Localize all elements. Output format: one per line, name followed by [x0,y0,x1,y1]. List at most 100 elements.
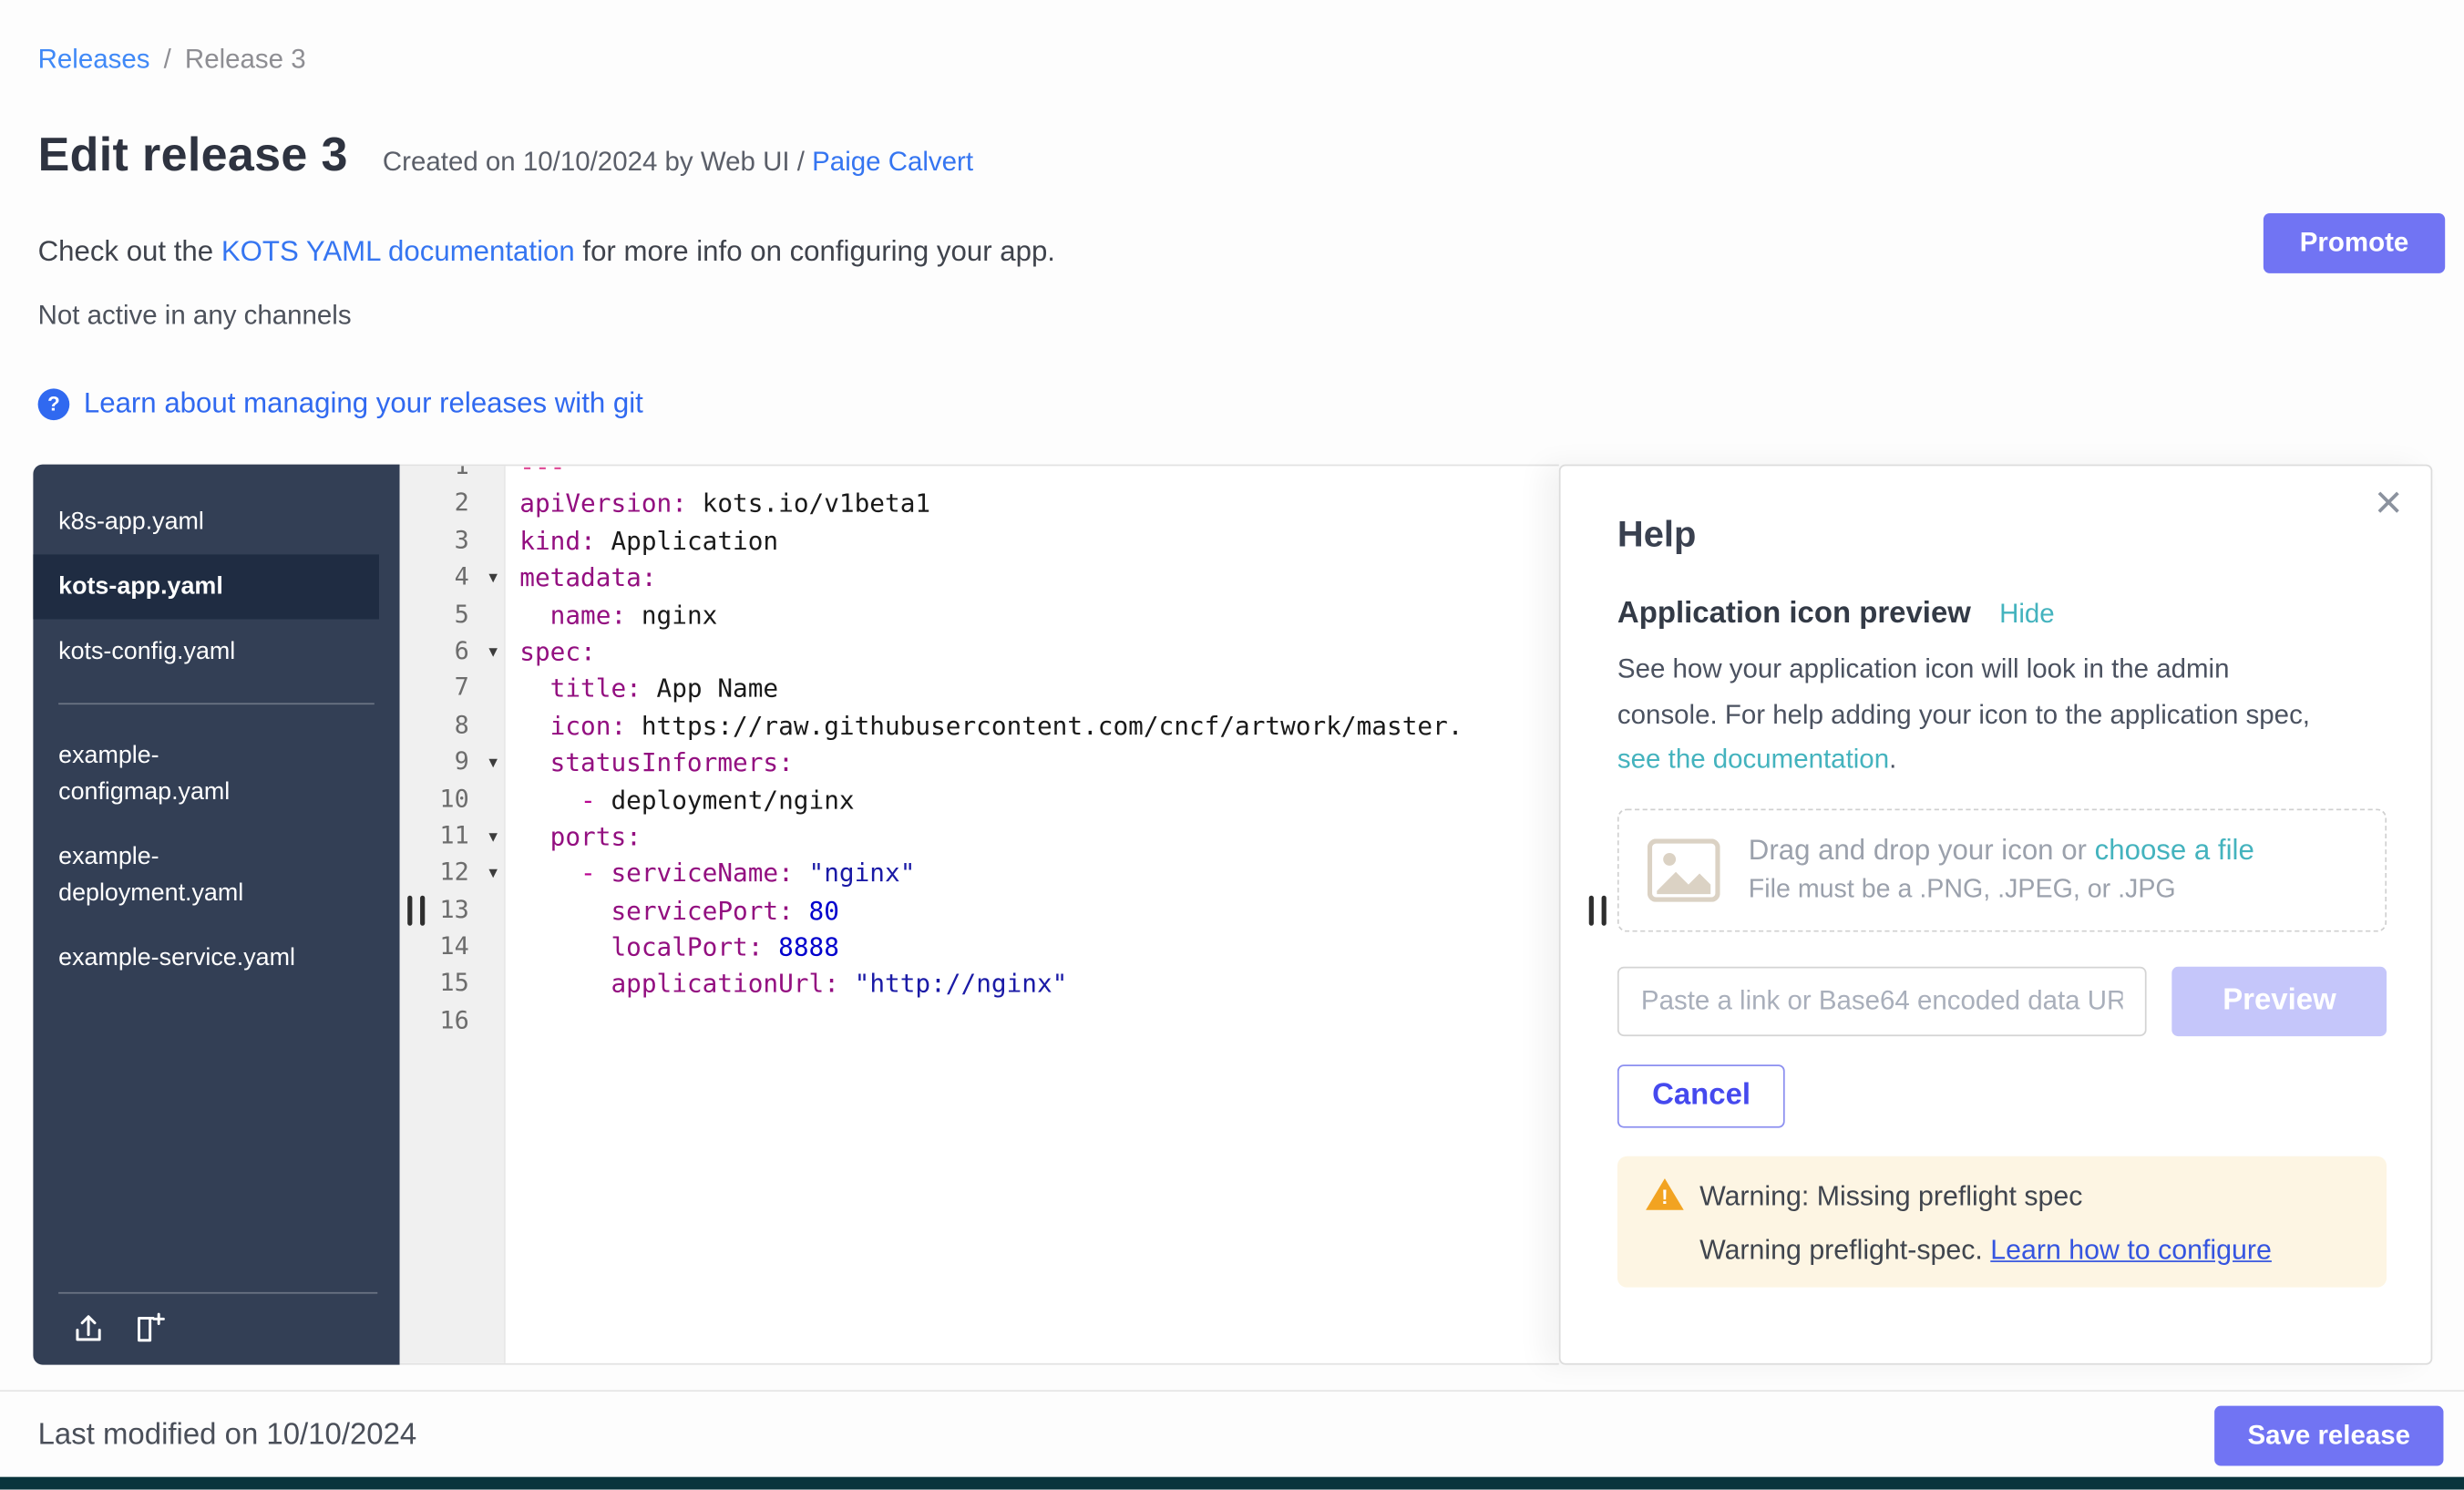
gutter-line: 14 [400,929,504,966]
code-line: name: nginx [519,596,1559,633]
gutter-line: 16 [400,1002,504,1040]
file-tree-item-k8s-app.yaml[interactable]: k8s-app.yaml [33,489,399,554]
code-line: ports: [519,818,1559,856]
breadcrumb-releases-link[interactable]: Releases [38,45,150,75]
description-line-3: see the documentation. [1617,737,2387,782]
question-circle-icon: ? [38,388,70,420]
learn-how-to-configure-link[interactable]: Learn how to configure [1990,1233,2272,1265]
gutter-line: 2 [400,486,504,523]
edit-release-page: Releases / Release 3 Edit release 3 Crea… [0,0,2464,1490]
code-line: metadata: [519,560,1559,597]
dropzone-text-pre: Drag and drop your icon or [1749,834,2087,866]
created-text: Created on 10/10/2024 by Web UI / [383,147,805,177]
file-tree-divider [58,703,375,704]
promote-button[interactable]: Promote [2264,213,2445,273]
gutter-line: 5 [400,596,504,633]
fold-icon[interactable]: ▾ [488,633,498,671]
choose-file-link[interactable]: choose a file [2095,834,2254,866]
gutter-line: 3 [400,522,504,560]
close-icon[interactable]: × [2375,476,2402,532]
code-line: kind: Application [519,522,1559,560]
code-line: servicePort: 80 [519,892,1559,930]
help-panel: × Help Application icon preview Hide See… [1559,465,2433,1365]
code-line: --- [519,466,1559,485]
dropzone-text: Drag and drop your icon or choose a file… [1749,834,2254,905]
fold-icon[interactable]: ▾ [488,745,498,782]
file-name: example-configmap.yaml [58,737,323,810]
file-tree-actions [58,1292,377,1365]
created-author-link[interactable]: Paige Calvert [812,147,973,177]
channel-status-text: Not active in any channels [38,300,352,332]
code-line [519,1002,1559,1040]
yaml-editor[interactable]: 1234▾56▾789▾1011▾12▾13141516 ---apiVersi… [400,465,1559,1365]
code-line: - serviceName: "nginx" [519,855,1559,892]
code-line: spec: [519,633,1559,671]
warning-triangle-icon: ! [1646,1177,1684,1209]
hide-link[interactable]: Hide [1999,599,2055,631]
file-tree-item-example-deployment.yaml[interactable]: example-deployment.yaml [33,825,399,926]
icon-preview-title: Application icon preview [1617,597,1971,632]
warning-title: Warning: Missing preflight spec [1699,1179,2358,1212]
help-panel-resize-handle[interactable] [1589,896,1607,926]
file-name: example-deployment.yaml [58,838,323,911]
docs-text-post: for more info on configuring your app. [582,235,1055,267]
icon-url-input[interactable] [1617,966,2147,1035]
footer: Last modified on 10/10/2024 Save release [0,1390,2464,1476]
new-file-icon[interactable] [131,1311,166,1346]
code-line: icon: https://raw.githubusercontent.com/… [519,707,1559,745]
gutter-line: 11▾ [400,818,504,856]
kots-yaml-docs-link[interactable]: KOTS YAML documentation [221,235,575,267]
breadcrumb-current: Release 3 [185,45,306,75]
preflight-warning-box: ! Warning: Missing preflight spec Warnin… [1617,1156,2387,1287]
help-panel-title: Help [1617,513,2387,556]
release-editor: k8s-app.yaml kots-app.yaml kots-config.yam… [33,465,2432,1365]
title-row: Edit release 3 Created on 10/10/2024 by … [38,129,973,183]
learn-git-link[interactable]: Learn about managing your releases with … [84,387,643,420]
bottom-bar [0,1477,2464,1490]
code-line: statusInformers: [519,745,1559,782]
fold-icon[interactable]: ▾ [488,560,498,597]
cancel-button[interactable]: Cancel [1617,1064,1785,1126]
editor-gutter-lines: 1234▾56▾789▾1011▾12▾13141516 [400,466,504,1040]
gutter-line: 12▾ [400,855,504,892]
code-line: apiVersion: kots.io/v1beta1 [519,486,1559,523]
description-line-1: See how your application icon will look … [1617,648,2387,693]
file-tree-item-example-service.yaml[interactable]: example-service.yaml [33,926,399,991]
file-name: kots-app.yaml [58,569,223,605]
warning-detail-text: Warning preflight-spec. [1699,1233,1983,1265]
fold-icon[interactable]: ▾ [488,818,498,856]
gutter-line: 9▾ [400,745,504,782]
file-tree-item-kots-config.yaml[interactable]: kots-config.yaml [33,619,399,683]
description-line-2: console. For help adding your icon to th… [1617,693,2387,737]
icon-url-row: Preview [1617,966,2387,1035]
file-tree-item-kots-app.yaml[interactable]: kots-app.yaml [33,554,379,619]
warning-detail: Warning preflight-spec. Learn how to con… [1699,1233,2358,1266]
docs-line: Check out the KOTS YAML documentation fo… [38,235,1055,268]
file-name: kots-config.yaml [58,633,235,670]
file-name: example-service.yaml [58,940,295,976]
file-tree-resize-handle[interactable] [407,896,425,926]
code-line: - deployment/nginx [519,781,1559,818]
upload-file-icon[interactable] [71,1311,106,1346]
gutter-line: 1 [400,466,504,485]
page-title: Edit release 3 [38,129,348,183]
image-placeholder-icon [1648,838,1720,901]
icon-preview-header: Application icon preview Hide [1617,597,2387,632]
file-tree-item-example-configmap.yaml[interactable]: example-configmap.yaml [33,724,399,825]
gutter-line: 7 [400,671,504,708]
gutter-line: 6▾ [400,633,504,671]
gutter-line: 4▾ [400,560,504,597]
see-documentation-link[interactable]: see the documentation [1617,744,1889,774]
breadcrumb: Releases / Release 3 [38,45,306,77]
preview-button[interactable]: Preview [2172,966,2387,1035]
code-line: title: App Name [519,671,1559,708]
icon-dropzone[interactable]: Drag and drop your icon or choose a file… [1617,808,2387,931]
code-line: applicationUrl: "http://nginx" [519,966,1559,1003]
gutter-line: 10 [400,781,504,818]
scale-wrapper: Releases / Release 3 Edit release 3 Crea… [0,0,2464,1490]
fold-icon[interactable]: ▾ [488,855,498,892]
save-release-button[interactable]: Save release [2214,1406,2443,1466]
editor-code-area[interactable]: ---apiVersion: kots.io/v1beta1kind: Appl… [506,466,1559,1363]
description-period: . [1889,744,1896,774]
file-tree-sidebar: k8s-app.yaml kots-app.yaml kots-config.yam… [33,465,399,1365]
